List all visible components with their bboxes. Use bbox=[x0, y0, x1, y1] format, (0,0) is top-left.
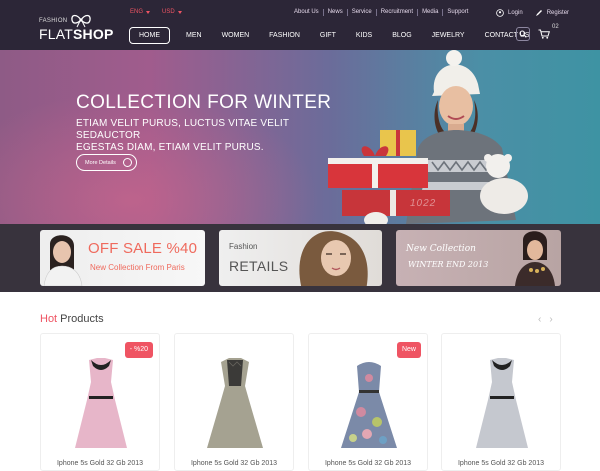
product-name[interactable]: Iphone 5s Gold 32 Gb 2013 bbox=[175, 460, 293, 467]
chevron-down-icon bbox=[177, 10, 182, 14]
product-image bbox=[341, 362, 397, 448]
search-icon bbox=[519, 30, 527, 38]
language-select[interactable]: ENG bbox=[130, 9, 151, 15]
product-name[interactable]: Iphone 5s Gold 32 Gb 2013 bbox=[442, 460, 560, 467]
user-icon bbox=[496, 9, 504, 17]
product-name[interactable]: Iphone 5s Gold 32 Gb 2013 bbox=[309, 460, 427, 467]
promo-model-image bbox=[515, 231, 555, 286]
product-card[interactable]: - %20 Iphone 5s Gold 32 Gb 2013 bbox=[40, 333, 160, 471]
promo-off-sale[interactable]: OFF SALE %40 New Collection From Paris bbox=[40, 230, 205, 286]
nav-blog[interactable]: BLOG bbox=[382, 27, 421, 44]
top-link-service[interactable]: Service bbox=[346, 9, 376, 16]
product-card[interactable]: Iphone 5s Gold 32 Gb 2013 bbox=[174, 333, 294, 471]
site-header: FASHION FLATSHOP ENG USD About Us News S… bbox=[0, 0, 600, 50]
promo-winter-end-label: WINTER END 2013 bbox=[408, 260, 489, 269]
new-badge: New bbox=[396, 342, 421, 358]
cart-count: 02 bbox=[552, 24, 559, 30]
login-link[interactable]: Login bbox=[496, 9, 523, 17]
hero-model-image bbox=[328, 50, 528, 224]
product-card[interactable]: Iphone 5s Gold 32 Gb 2013 bbox=[441, 333, 561, 471]
cart-icon bbox=[538, 29, 550, 39]
more-details-button[interactable]: More Details bbox=[76, 154, 137, 171]
promo-off-sale-subtitle: New Collection From Paris bbox=[90, 263, 185, 272]
hero-banner: COLLECTION FOR WINTER ETIAM VELIT PURUS,… bbox=[0, 50, 600, 224]
watermark-text: 1022 bbox=[410, 198, 437, 209]
top-link-support[interactable]: Support bbox=[442, 9, 472, 16]
product-name[interactable]: Iphone 5s Gold 32 Gb 2013 bbox=[41, 460, 159, 467]
chevron-right-icon[interactable]: › bbox=[549, 314, 552, 325]
top-link-media[interactable]: Media bbox=[417, 9, 442, 16]
arrow-circle-icon bbox=[123, 158, 132, 167]
promo-fashion-label: Fashion bbox=[229, 242, 258, 251]
nav-jewelry[interactable]: JEWELRY bbox=[422, 27, 475, 44]
chevron-left-icon[interactable]: ‹ bbox=[538, 314, 541, 325]
product-image bbox=[75, 358, 127, 448]
chevron-down-icon bbox=[146, 10, 151, 14]
nav-women[interactable]: WOMEN bbox=[212, 27, 260, 44]
nav-gift[interactable]: GIFT bbox=[310, 27, 346, 44]
promo-fashion-retails[interactable]: Fashion RETAILS bbox=[219, 230, 382, 286]
search-button[interactable] bbox=[516, 27, 530, 41]
top-links: About Us News Service Recruitment Media … bbox=[294, 9, 472, 16]
nav-kids[interactable]: KIDS bbox=[346, 27, 382, 44]
top-link-about[interactable]: About Us bbox=[294, 9, 323, 16]
product-image bbox=[476, 358, 528, 448]
promo-model-image bbox=[299, 231, 368, 286]
logo-text: FLATSHOP bbox=[39, 26, 114, 42]
top-link-news[interactable]: News bbox=[322, 9, 347, 16]
promo-new-collection-label: New Collection bbox=[406, 244, 476, 254]
promo-off-sale-title: OFF SALE %40 bbox=[88, 240, 198, 257]
nav-fashion[interactable]: FASHION bbox=[259, 27, 310, 44]
hero-subtitle: ETIAM VELIT PURUS, LUCTUS VITAE VELIT SE… bbox=[76, 118, 290, 153]
register-link[interactable]: Register bbox=[535, 9, 569, 17]
nav-home[interactable]: HOME bbox=[129, 27, 170, 44]
promo-retails-label: RETAILS bbox=[229, 258, 289, 274]
top-link-recruitment[interactable]: Recruitment bbox=[375, 9, 417, 16]
currency-select[interactable]: USD bbox=[162, 9, 182, 15]
account-links: Login Register bbox=[496, 9, 581, 17]
promo-winter-end[interactable]: New Collection WINTER END 2013 bbox=[396, 230, 561, 286]
cart-button[interactable] bbox=[536, 27, 552, 41]
product-image bbox=[207, 358, 263, 448]
hero-title: COLLECTION FOR WINTER bbox=[76, 92, 332, 113]
hot-products-title: Hot Products bbox=[40, 313, 104, 325]
pencil-icon bbox=[535, 10, 542, 16]
locale-switcher: ENG USD bbox=[130, 9, 194, 15]
nav-men[interactable]: MEN bbox=[176, 27, 212, 44]
logo-tagline: FASHION bbox=[39, 18, 68, 24]
main-nav: HOME MEN WOMEN FASHION GIFT KIDS BLOG JE… bbox=[129, 27, 539, 44]
product-card[interactable]: New Iphone 5s Gold 32 Gb 2013 bbox=[308, 333, 428, 471]
promo-model-image bbox=[43, 235, 83, 286]
carousel-arrows: ‹ › bbox=[538, 314, 553, 325]
